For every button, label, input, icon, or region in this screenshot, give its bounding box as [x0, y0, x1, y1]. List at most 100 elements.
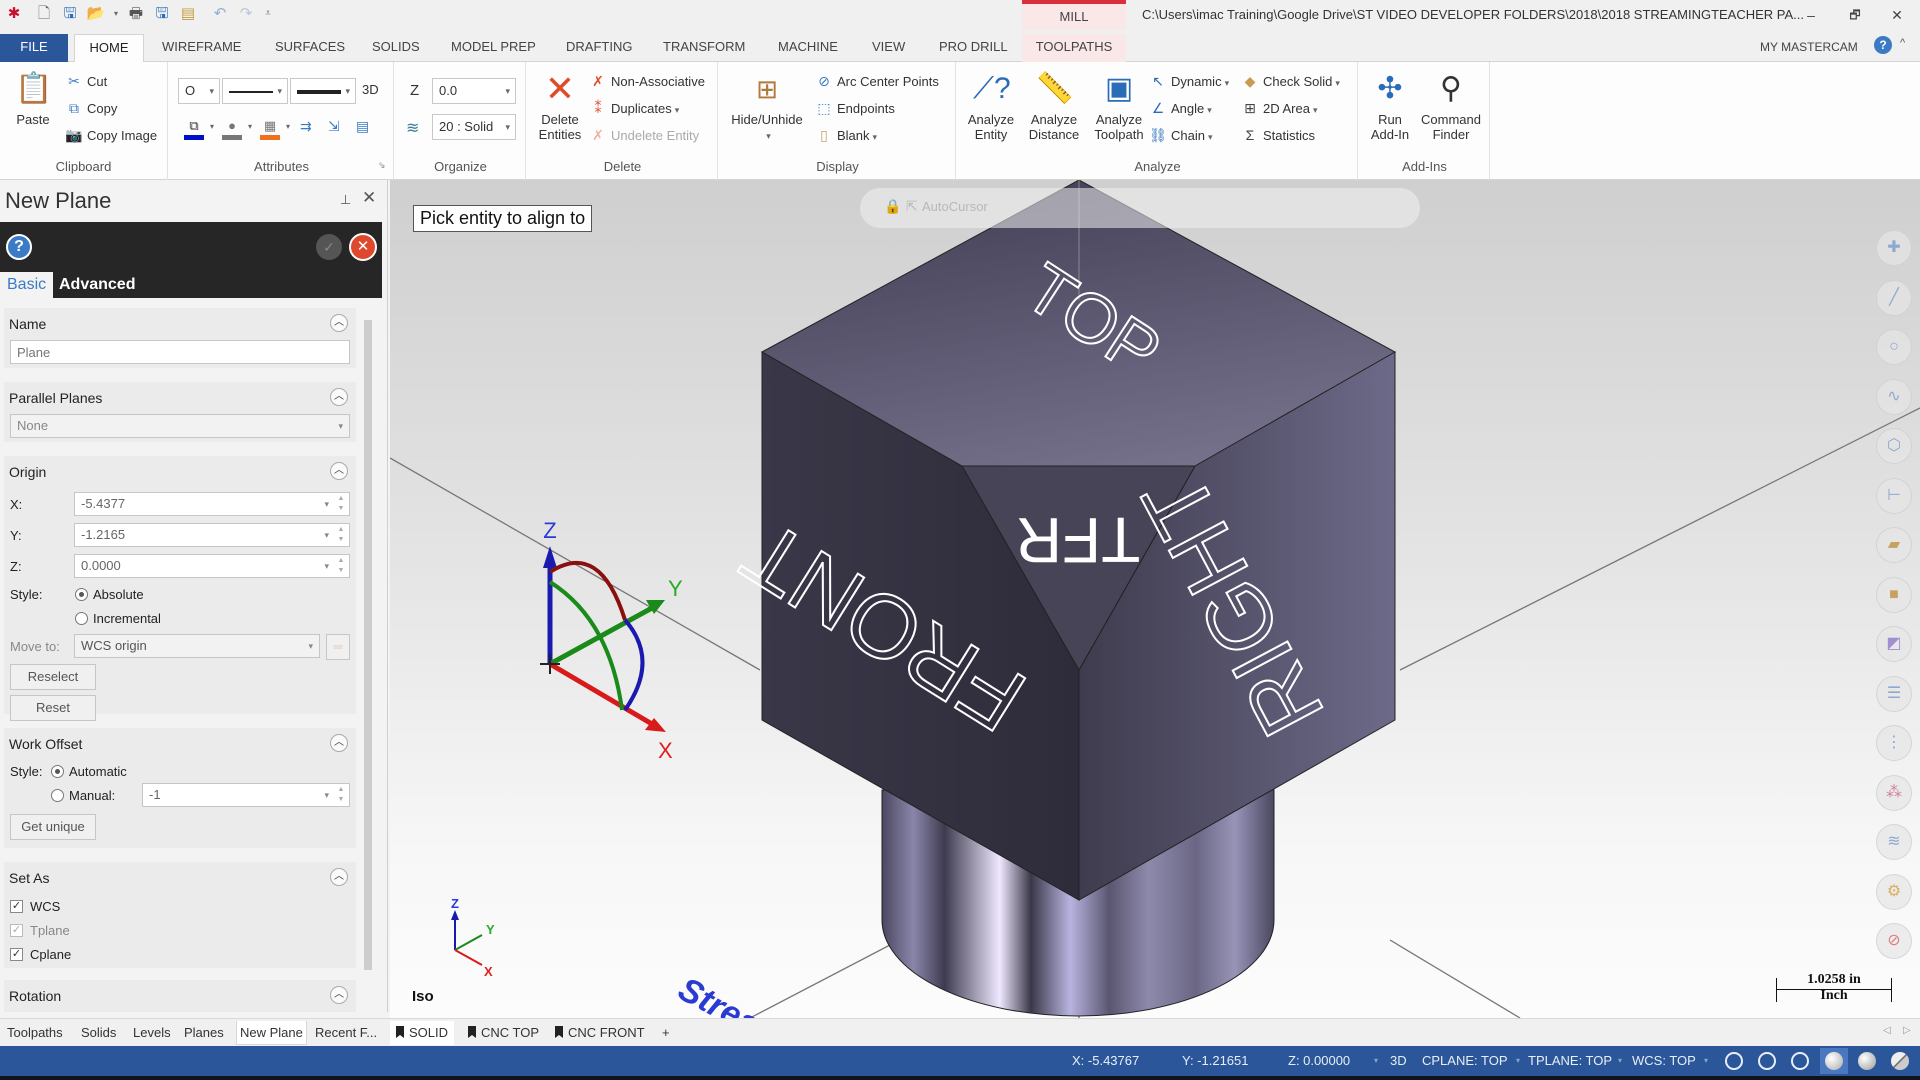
autocursor-icon[interactable]: ⇱ [906, 198, 918, 215]
hide-unhide-button[interactable]: ⊞ Hide/Unhide ▾ [726, 70, 808, 144]
tab-advanced[interactable]: Advanced [52, 272, 142, 298]
set-main-icon[interactable]: ⇲ [328, 118, 340, 135]
origin-z-input[interactable]: 0.0000 ▾ ▲ ▼ [74, 554, 350, 578]
scroll-left-icon[interactable]: ◁ [1883, 1025, 1891, 1036]
tab-wireframe[interactable]: WIREFRAME [152, 34, 251, 62]
minimize-button[interactable]: – [1794, 0, 1828, 30]
tab-solids[interactable]: SOLIDS [362, 34, 430, 62]
manager-tab-new-plane[interactable]: New Plane [236, 1021, 307, 1045]
dimension-icon[interactable]: ⊢ [1876, 478, 1912, 514]
tab-pro-drill[interactable]: PRO DRILL [929, 34, 1018, 62]
plane-gnomon[interactable]: Z Y X [540, 518, 683, 763]
undo-icon[interactable]: ↶ [210, 4, 230, 24]
origin-y-input[interactable]: -1.2165 ▾ ▲ ▼ [74, 523, 350, 547]
collapse-name-button[interactable]: ︿ [330, 314, 348, 332]
check-solid-button[interactable]: ◆ Check Solid ▾ [1240, 70, 1340, 92]
translucency-icon[interactable] [1891, 1052, 1909, 1070]
collapse-set-as-button[interactable]: ︿ [330, 868, 348, 886]
manager-icon[interactable]: ☰ [1876, 676, 1912, 712]
circle-icon[interactable]: ○ [1876, 329, 1912, 365]
undelete-entity-button[interactable]: ✗ Undelete Entity [588, 124, 699, 146]
wcs-checkbox[interactable]: ✓ [10, 900, 23, 913]
tab-file[interactable]: FILE [0, 34, 68, 62]
my-mastercam-link[interactable]: MY MASTERCAM [1750, 34, 1868, 62]
autocursor-label[interactable]: AutoCursor [922, 199, 988, 214]
collapse-rotation-button[interactable]: ︿ [330, 986, 348, 1004]
redo-icon[interactable]: ↷ [236, 4, 256, 24]
shaded-icon[interactable] [1825, 1052, 1843, 1070]
color-icon[interactable]: ⁂ [1876, 775, 1912, 811]
wireframe-icon[interactable] [1725, 1052, 1743, 1070]
solid-color-dropdown[interactable]: ▾ [248, 122, 252, 131]
manager-tab-solids[interactable]: Solids [78, 1021, 119, 1045]
statistics-button[interactable]: Σ Statistics [1240, 124, 1315, 146]
collapse-origin-button[interactable]: ︿ [330, 462, 348, 480]
viewsheet-tab-solid[interactable]: SOLID [390, 1021, 455, 1045]
viewsheet-tab-cnc-front[interactable]: CNC FRONT [555, 1021, 645, 1045]
list-icon[interactable]: ⋮ [1876, 725, 1912, 761]
arc-center-points-button[interactable]: ⊘ Arc Center Points [814, 70, 939, 92]
manager-tab-toolpaths[interactable]: Toolpaths [4, 1021, 66, 1045]
transform-icon[interactable]: ◩ [1876, 626, 1912, 662]
tab-view[interactable]: VIEW [862, 34, 915, 62]
cplane-dropdown-icon[interactable]: ▾ [1516, 1046, 1520, 1076]
lock-icon[interactable]: 🔒 [884, 198, 901, 215]
automatic-radio[interactable] [51, 765, 64, 778]
open-icon[interactable]: 📂 [86, 4, 106, 24]
scroll-right-icon[interactable]: ▷ [1903, 1025, 1911, 1036]
manager-tab-planes[interactable]: Planes [181, 1021, 227, 1045]
entity-color-icon[interactable]: ⧉ [184, 118, 204, 140]
manager-tab-recent-functions[interactable]: Recent F... [312, 1021, 380, 1045]
add-viewsheet-button[interactable]: + [662, 1021, 670, 1045]
analyze-toolpath-button[interactable]: ▣ Analyze Toolpath [1088, 70, 1150, 142]
entity-color-dropdown[interactable]: ▾ [210, 122, 214, 131]
open-dropdown-icon[interactable]: ▾ [106, 4, 126, 24]
tab-home[interactable]: HOME [74, 34, 144, 62]
copy-button[interactable]: ⧉ Copy [64, 97, 117, 119]
manual-offset-input[interactable]: -1 ▾ ▲ ▼ [142, 783, 350, 807]
incremental-radio[interactable] [75, 612, 88, 625]
print-icon[interactable]: 🖶 [126, 4, 146, 24]
scrollbar-thumb[interactable] [364, 320, 372, 970]
status-z[interactable]: Z: 0.00000 [1288, 1046, 1350, 1076]
run-addin-button[interactable]: ✣ Run Add-In [1364, 70, 1416, 142]
tab-toolpaths[interactable]: TOOLPATHS [1022, 34, 1126, 62]
selection-toolbar[interactable]: 🔒 ⇱ AutoCursor [860, 188, 1420, 228]
dynamic-button[interactable]: ↖ Dynamic ▾ [1148, 70, 1229, 92]
attribute-manager-icon[interactable]: ▤ [356, 118, 369, 135]
save-as-icon[interactable]: 🖫 [152, 4, 172, 24]
tab-drafting[interactable]: DRAFTING [556, 34, 642, 62]
tab-transform[interactable]: TRANSFORM [653, 34, 755, 62]
status-wcs[interactable]: WCS: TOP [1632, 1046, 1696, 1076]
settings-icon[interactable]: ⚙ [1876, 874, 1912, 910]
manual-radio[interactable] [51, 789, 64, 802]
wcs-dropdown-icon[interactable]: ▾ [1704, 1046, 1708, 1076]
pin-icon[interactable]: ⊥ [340, 192, 351, 208]
status-cplane[interactable]: CPLANE: TOP [1422, 1046, 1508, 1076]
section-view-icon[interactable] [1791, 1052, 1809, 1070]
chain-button[interactable]: ⛓ Chain ▾ [1148, 124, 1212, 146]
line-style-select[interactable]: ▾ [222, 78, 288, 104]
non-associative-button[interactable]: ✗ Non-Associative [588, 70, 705, 92]
collapse-ribbon-icon[interactable]: ^ [1900, 37, 1905, 49]
set-all-icon[interactable]: ⇉ [300, 118, 312, 135]
box-icon[interactable]: ■ [1876, 577, 1912, 613]
restore-button[interactable]: 🗗 [1838, 0, 1872, 30]
blank-button[interactable]: ▯ Blank ▾ [814, 124, 877, 146]
tab-machine[interactable]: MACHINE [768, 34, 848, 62]
panel-scrollbar[interactable] [364, 310, 372, 1000]
collapse-parallel-button[interactable]: ︿ [330, 388, 348, 406]
parallel-planes-select[interactable]: None ▾ [10, 414, 350, 438]
line-icon[interactable]: ╱ [1876, 280, 1912, 316]
surface-color-dropdown[interactable]: ▾ [286, 122, 290, 131]
graphics-viewport[interactable]: TOP FRONT RIGHT TFR Z Y X Z Y X 🔒 ⇱ Auto… [390, 180, 1920, 1018]
z-depth-input[interactable]: 0.0 ▾ [432, 78, 516, 104]
panel-close-icon[interactable]: ✕ [362, 188, 376, 208]
solid-icon[interactable]: ⬡ [1876, 428, 1912, 464]
reselect-button[interactable]: Reselect [10, 664, 96, 690]
status-tplane[interactable]: TPLANE: TOP [1528, 1046, 1612, 1076]
customize-icon[interactable]: ⩡ [258, 4, 278, 24]
spline-icon[interactable]: ∿ [1876, 379, 1912, 415]
ok-button[interactable]: ✓ [316, 234, 342, 260]
2d-area-button[interactable]: ⊞ 2D Area ▾ [1240, 97, 1317, 119]
